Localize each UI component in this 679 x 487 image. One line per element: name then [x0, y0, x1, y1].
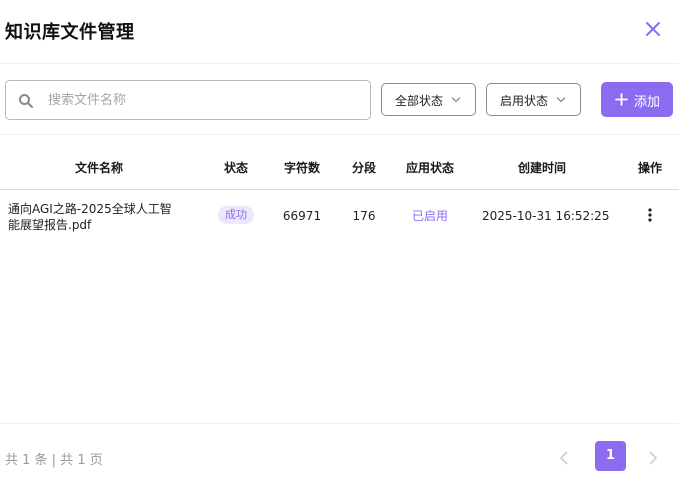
plus-icon: [615, 93, 628, 106]
add-button[interactable]: 添加: [601, 82, 673, 117]
close-button[interactable]: [641, 17, 665, 41]
pagination-total: 共 1 条 | 共 1 页: [5, 453, 103, 468]
status-filter-dropdown[interactable]: 全部状态: [381, 83, 476, 116]
file-name-line2: 能展望报告.pdf: [8, 218, 92, 232]
created-at: 2025-10-31 16:52:25: [482, 209, 610, 223]
column-header-actions: 操作: [637, 161, 662, 175]
status-filter-label: 全部状态: [395, 94, 444, 108]
more-vertical-icon: [648, 208, 652, 222]
column-header-created-at: 创建时间: [517, 161, 566, 175]
page-1-button[interactable]: 1: [595, 441, 626, 471]
column-header-file-name: 文件名称: [74, 161, 123, 175]
column-header-segments: 分段: [351, 161, 376, 175]
apply-status: 已启用: [411, 209, 448, 223]
column-header-apply-status: 应用状态: [405, 161, 454, 175]
column-header-status: 状态: [223, 161, 248, 175]
enabled-filter-dropdown[interactable]: 启用状态: [486, 83, 581, 116]
chevron-right-icon: [649, 451, 657, 465]
file-name-line1: 通向AGI之路-2025全球人工智: [8, 202, 172, 216]
chevron-left-icon: [560, 451, 568, 465]
table-header-divider: [0, 189, 679, 190]
search-icon: [19, 94, 33, 108]
add-button-label: 添加: [634, 95, 661, 110]
segment-count: 176: [352, 209, 376, 223]
status-badge: 成功: [218, 206, 254, 224]
prev-page-button[interactable]: [552, 446, 576, 470]
char-count: 66971: [282, 209, 322, 223]
toolbar-divider: [0, 134, 679, 135]
close-icon: [646, 22, 660, 36]
next-page-button[interactable]: [641, 446, 665, 470]
search-box[interactable]: [5, 80, 371, 120]
chevron-down-icon: [556, 97, 566, 103]
chevron-down-icon: [451, 97, 461, 103]
row-actions-button[interactable]: [643, 206, 657, 224]
header-divider: [0, 63, 679, 64]
dialog-title: 知识库文件管理: [5, 22, 135, 43]
search-input[interactable]: [48, 89, 348, 111]
column-header-chars: 字符数: [283, 161, 320, 175]
footer-divider: [0, 423, 679, 424]
dialog-header: 知识库文件管理: [0, 0, 679, 62]
enabled-filter-label: 启用状态: [500, 94, 549, 108]
